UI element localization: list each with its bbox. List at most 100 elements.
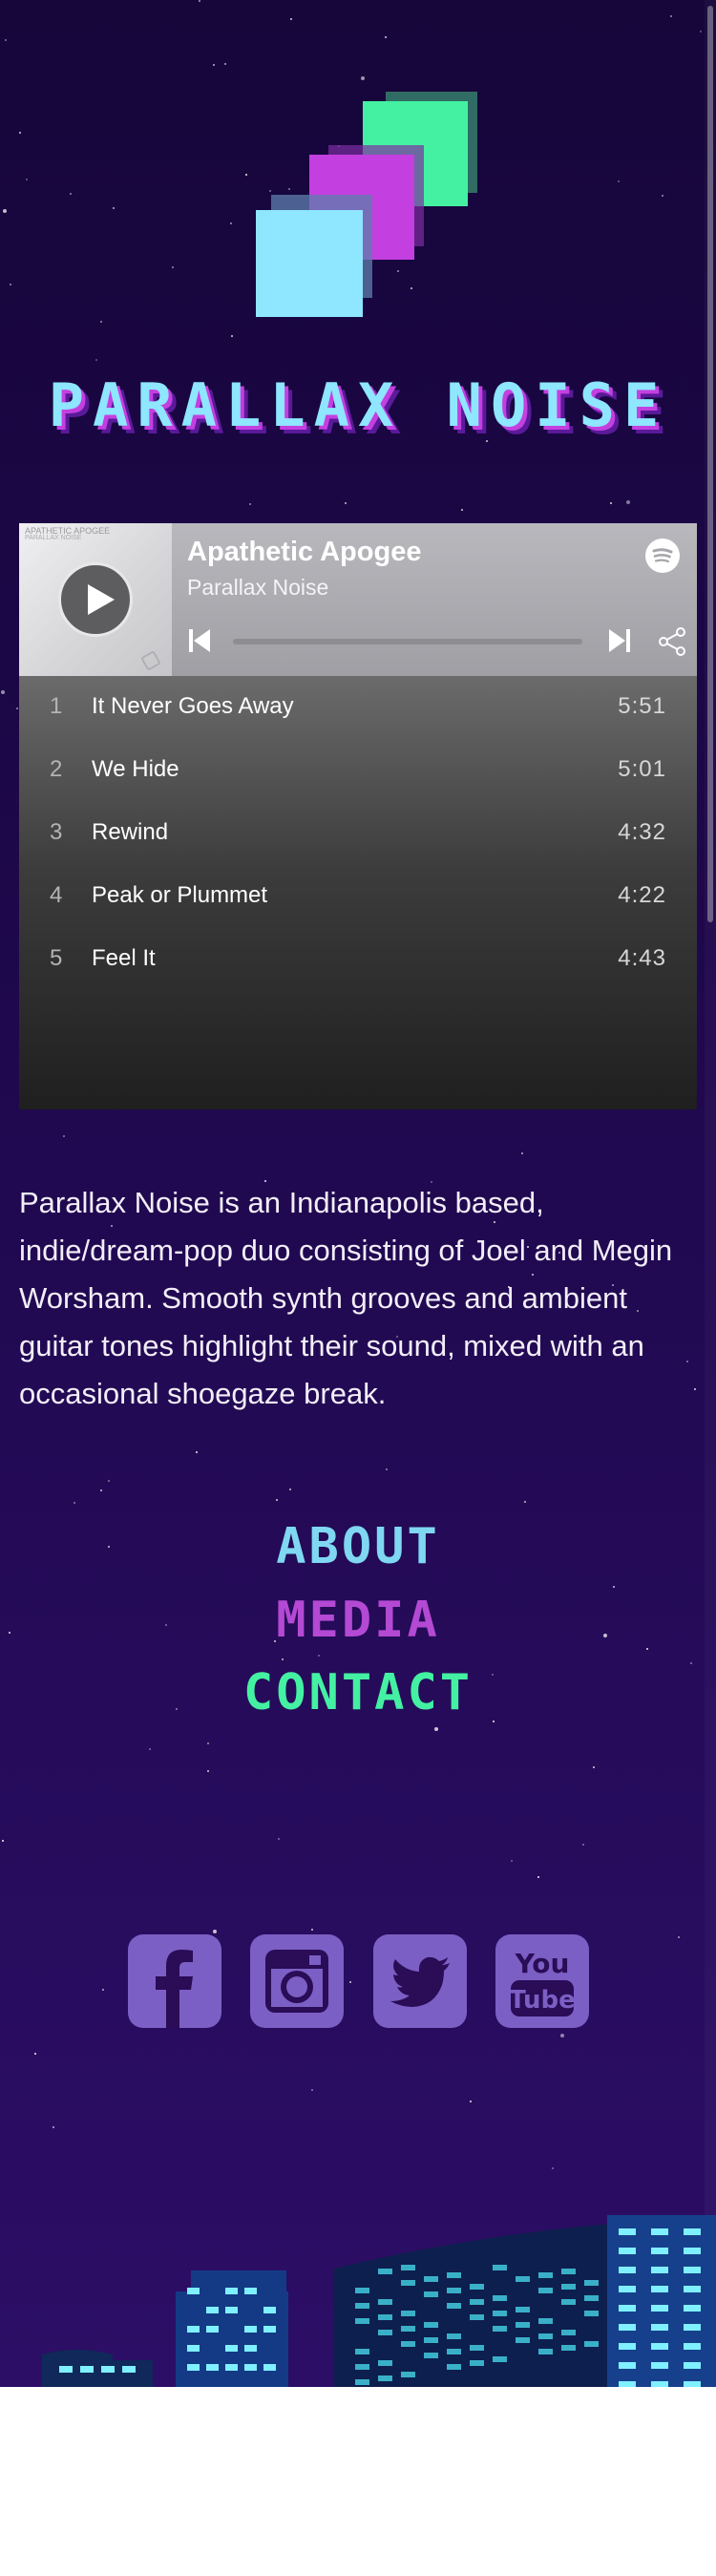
- window-light: [684, 2324, 701, 2331]
- star: [552, 2167, 554, 2169]
- facebook-icon[interactable]: [128, 1934, 221, 2028]
- window-light: [187, 2288, 200, 2294]
- window-light: [225, 2345, 238, 2352]
- star: [311, 2089, 313, 2091]
- window-light: [493, 2326, 507, 2332]
- window-light: [355, 2303, 369, 2309]
- window-light: [538, 2333, 553, 2339]
- star: [276, 1499, 278, 1501]
- band-bio: Parallax Noise is an Indianapolis based,…: [19, 1186, 673, 1410]
- star: [700, 31, 702, 32]
- window-light: [619, 2228, 636, 2235]
- window-light: [561, 2269, 576, 2274]
- band-title: PARALLAX NOISE: [48, 370, 668, 440]
- star: [278, 1838, 280, 1840]
- scrollbar-track[interactable]: [705, 0, 716, 2387]
- spotify-icon[interactable]: [645, 538, 680, 573]
- star: [231, 335, 233, 337]
- spotify-player[interactable]: APATHETIC APOGEE PARALLAX NOISE Apatheti…: [19, 523, 697, 1109]
- building-small-left: [42, 2350, 153, 2387]
- window-light: [651, 2305, 668, 2312]
- window-light: [447, 2364, 461, 2370]
- track-duration: 5:51: [618, 693, 666, 719]
- window-light: [59, 2366, 73, 2373]
- window-light: [619, 2248, 636, 2254]
- scrollbar-thumb[interactable]: [707, 6, 713, 922]
- star: [593, 1766, 595, 1768]
- star: [537, 1876, 539, 1878]
- window-light: [619, 2324, 636, 2331]
- star: [486, 440, 488, 442]
- star: [361, 76, 365, 80]
- star: [100, 321, 102, 323]
- star: [318, 1655, 320, 1657]
- window-light: [244, 2345, 257, 2352]
- track-list: 1 It Never Goes Away 5:51 2 We Hide 5:01…: [19, 676, 697, 1109]
- building-tall-right-front: [607, 2215, 716, 2387]
- window-light: [244, 2288, 257, 2294]
- youtube-icon[interactable]: You Tube: [495, 1934, 589, 2028]
- window-light: [684, 2248, 701, 2254]
- instagram-icon[interactable]: [250, 1934, 344, 2028]
- track-row[interactable]: 4 Peak or Plummet 4:22: [19, 865, 697, 928]
- star: [63, 1135, 65, 1137]
- star: [224, 63, 226, 65]
- window-light: [470, 2360, 484, 2366]
- window-light: [401, 2265, 415, 2270]
- star: [311, 1929, 313, 1931]
- album-title[interactable]: Apathetic Apogee: [187, 537, 421, 568]
- window-light: [619, 2305, 636, 2312]
- track-duration: 4:32: [618, 819, 666, 845]
- star: [349, 1981, 351, 1983]
- track-name: Feel It: [92, 945, 156, 971]
- track-number: 4: [50, 882, 63, 908]
- window-light: [619, 2362, 636, 2369]
- star: [100, 1489, 102, 1491]
- nav-media-link[interactable]: MEDIA: [0, 1592, 716, 1649]
- previous-track-icon[interactable]: [189, 629, 210, 652]
- window-light: [378, 2269, 392, 2274]
- star: [213, 1930, 217, 1933]
- progress-bar[interactable]: [233, 639, 582, 644]
- window-light: [424, 2353, 438, 2358]
- window-light: [355, 2349, 369, 2354]
- next-track-icon[interactable]: [609, 629, 630, 652]
- window-light: [225, 2307, 238, 2313]
- share-icon[interactable]: [657, 626, 687, 657]
- logo-square-blue: [256, 210, 363, 317]
- star: [670, 15, 672, 17]
- star: [345, 502, 347, 504]
- track-row[interactable]: 1 It Never Goes Away 5:51: [19, 676, 697, 739]
- window-light: [447, 2272, 461, 2278]
- window-light: [584, 2311, 599, 2316]
- star: [524, 1501, 526, 1503]
- window-light: [651, 2324, 668, 2331]
- star: [230, 222, 232, 224]
- window-light: [263, 2326, 276, 2333]
- window-light: [493, 2311, 507, 2316]
- window-light: [355, 2318, 369, 2324]
- window-light: [684, 2381, 701, 2387]
- twitter-icon[interactable]: [373, 1934, 467, 2028]
- track-row[interactable]: 2 We Hide 5:01: [19, 739, 697, 802]
- nav-contact-link[interactable]: CONTACT: [0, 1664, 716, 1721]
- track-name: Rewind: [92, 819, 169, 845]
- window-light: [651, 2228, 668, 2235]
- star: [196, 1451, 198, 1453]
- star: [16, 707, 18, 709]
- track-row[interactable]: 3 Rewind 4:32: [19, 802, 697, 865]
- track-name: It Never Goes Away: [92, 693, 294, 719]
- window-light: [206, 2326, 219, 2333]
- track-number: 1: [50, 693, 63, 719]
- window-light: [584, 2280, 599, 2286]
- nav-about-link[interactable]: ABOUT: [0, 1518, 716, 1575]
- star: [386, 1468, 388, 1470]
- track-duration: 4:43: [618, 945, 666, 971]
- track-row[interactable]: 5 Feel It 4:43: [19, 928, 697, 991]
- star: [1, 690, 5, 694]
- city-skyline: [42, 2215, 716, 2387]
- artist-name[interactable]: Parallax Noise: [187, 575, 328, 601]
- play-button[interactable]: [58, 562, 133, 637]
- building-mid-tower: [191, 2270, 286, 2299]
- window-light: [516, 2307, 530, 2312]
